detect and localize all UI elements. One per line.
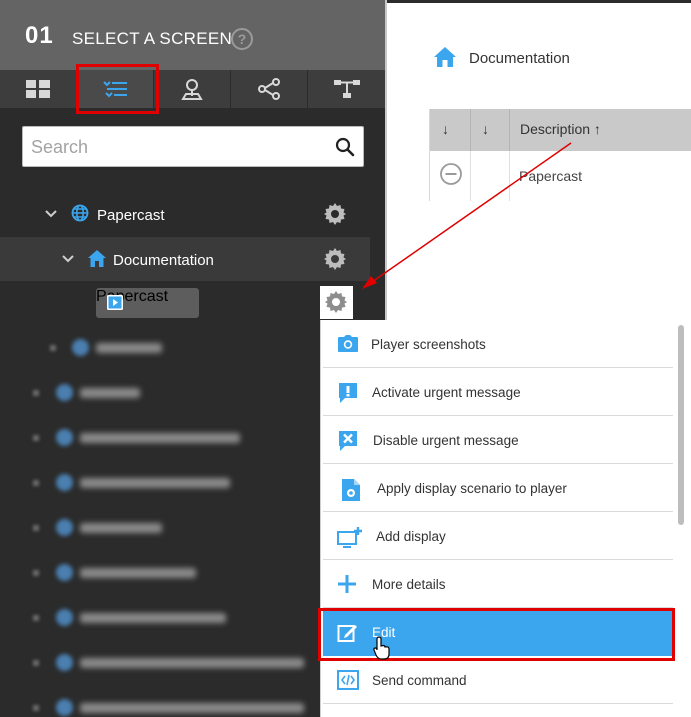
gear-icon[interactable] xyxy=(323,202,347,226)
sort-column-header[interactable]: ↓ xyxy=(482,121,489,137)
code-icon xyxy=(337,670,359,690)
camera-icon xyxy=(338,335,358,352)
view-tabs xyxy=(0,70,385,108)
search-input[interactable] xyxy=(31,133,321,161)
menu-item-send-command[interactable]: Send command xyxy=(323,656,673,704)
list-item[interactable] xyxy=(0,326,320,370)
tab-map-view[interactable] xyxy=(154,70,231,108)
file-gear-icon xyxy=(342,479,360,501)
edit-item-highlight xyxy=(318,608,675,661)
data-table: ↓ ↓ Description ↑ ⋮ Papercast xyxy=(429,109,691,201)
active-gear-button[interactable] xyxy=(320,286,353,319)
breadcrumb[interactable]: Documentation xyxy=(469,50,570,67)
share-icon xyxy=(258,78,280,100)
more-icon[interactable]: ⋮ xyxy=(686,121,691,141)
list-item[interactable] xyxy=(0,371,320,415)
menu-item-more-details[interactable]: More details xyxy=(323,560,673,608)
sort-column-header[interactable]: ↓ xyxy=(442,121,449,137)
help-icon[interactable]: ? xyxy=(231,28,253,50)
panel-title: SELECT A SCREEN xyxy=(72,29,233,48)
menu-item-disable-urgent[interactable]: Disable urgent message xyxy=(323,416,673,464)
hierarchy-icon xyxy=(333,80,360,98)
tab-grid-view[interactable] xyxy=(0,70,77,108)
gear-icon xyxy=(325,291,347,313)
tree-node-documentation[interactable]: Documentation xyxy=(0,237,370,281)
menu-item-label: Apply display scenario to player xyxy=(377,481,567,496)
description-column-header[interactable]: Description ↑ xyxy=(520,121,601,137)
menu-item-label: Add display xyxy=(376,529,446,544)
add-display-icon xyxy=(337,527,362,548)
selected-player-chip[interactable]: Papercast xyxy=(96,288,199,318)
remove-icon[interactable] xyxy=(439,162,463,186)
menu-item-apply-scenario[interactable]: Apply display scenario to player xyxy=(323,464,673,512)
menu-item-activate-urgent[interactable]: Activate urgent message xyxy=(323,368,673,416)
alert-message-icon xyxy=(339,383,357,403)
tab-share-view[interactable] xyxy=(231,70,308,108)
close-message-icon xyxy=(339,431,357,451)
table-row[interactable]: Papercast xyxy=(430,151,691,201)
search-box xyxy=(22,126,364,167)
step-number: 01 xyxy=(25,22,54,49)
menu-item-player-screenshots[interactable]: Player screenshots xyxy=(323,320,673,368)
chevron-down-icon[interactable] xyxy=(61,252,75,266)
plus-icon xyxy=(338,575,356,593)
top-border xyxy=(387,0,691,3)
home-icon xyxy=(88,250,106,267)
grid-icon xyxy=(26,80,50,98)
panel-header: 01 SELECT A SCREEN ? xyxy=(0,0,385,70)
tab-hierarchy-view[interactable] xyxy=(308,70,385,108)
menu-item-label: Send command xyxy=(372,673,467,688)
search-icon[interactable] xyxy=(335,137,355,157)
hand-cursor-icon xyxy=(373,636,390,660)
menu-item-label: Activate urgent message xyxy=(372,385,521,400)
table-header: ↓ ↓ Description ↑ ⋮ xyxy=(430,109,691,151)
play-icon xyxy=(107,295,123,310)
home-icon xyxy=(434,47,456,67)
globe-icon xyxy=(71,204,89,222)
tree-node-root[interactable]: Papercast xyxy=(0,192,385,236)
chevron-down-icon[interactable] xyxy=(44,207,58,221)
map-pin-icon xyxy=(181,79,203,100)
list-item[interactable] xyxy=(0,461,320,505)
list-item[interactable] xyxy=(0,416,320,460)
list-item[interactable] xyxy=(0,641,320,685)
menu-scrollbar[interactable] xyxy=(678,325,684,525)
tree-node-label: Papercast xyxy=(97,207,165,224)
tree-node-label: Documentation xyxy=(113,252,214,269)
list-item[interactable] xyxy=(0,596,320,640)
gear-icon[interactable] xyxy=(323,247,347,271)
list-item[interactable] xyxy=(0,551,320,595)
description-cell: Papercast xyxy=(519,168,583,184)
menu-item-label: More details xyxy=(372,577,446,592)
list-item[interactable] xyxy=(0,506,320,550)
menu-item-add-display[interactable]: Add display xyxy=(323,512,673,560)
menu-item-label: Disable urgent message xyxy=(373,433,519,448)
tree-tab-highlight xyxy=(76,64,159,114)
menu-item-label: Player screenshots xyxy=(371,337,486,352)
list-item[interactable] xyxy=(0,686,320,717)
